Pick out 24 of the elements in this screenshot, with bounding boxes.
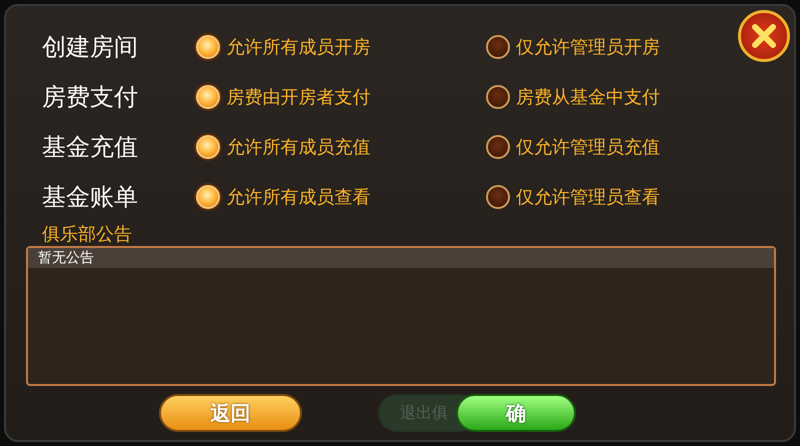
notice-title: 俱乐部公告 xyxy=(42,223,132,246)
option-label[interactable]: 房费由开房者支付 xyxy=(226,85,370,109)
radio-button[interactable] xyxy=(196,135,220,159)
option-label[interactable]: 允许所有成员查看 xyxy=(226,185,370,209)
close-button[interactable] xyxy=(738,10,790,62)
setting-label: 基金账单 xyxy=(42,182,139,213)
notice-text: 暂无公告 xyxy=(28,248,774,268)
option-label[interactable]: 仅允许管理员查看 xyxy=(516,185,660,209)
option-label[interactable]: 允许所有成员充值 xyxy=(226,135,370,159)
setting-label: 创建房间 xyxy=(42,32,139,63)
option-label[interactable]: 允许所有成员开房 xyxy=(226,35,370,59)
setting-label: 基金充值 xyxy=(42,132,139,163)
close-icon xyxy=(750,22,778,50)
radio-button[interactable] xyxy=(486,185,510,209)
option-label[interactable]: 仅允许管理员充值 xyxy=(516,135,660,159)
radio-button[interactable] xyxy=(486,85,510,109)
radio-button[interactable] xyxy=(486,135,510,159)
radio-button[interactable] xyxy=(486,35,510,59)
setting-label: 房费支付 xyxy=(42,82,139,113)
option-label[interactable]: 仅允许管理员开房 xyxy=(516,35,660,59)
radio-button[interactable] xyxy=(196,185,220,209)
option-label[interactable]: 房费从基金中支付 xyxy=(516,85,660,109)
radio-button[interactable] xyxy=(196,35,220,59)
radio-button[interactable] xyxy=(196,85,220,109)
